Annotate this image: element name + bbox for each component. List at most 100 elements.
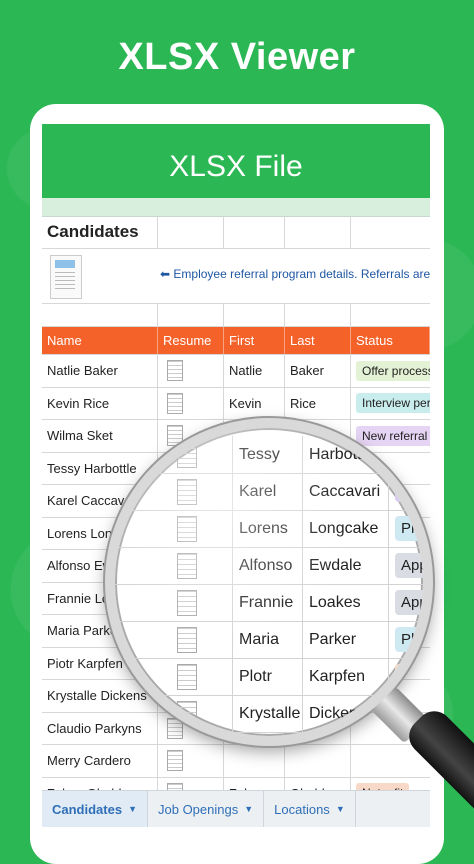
first-cell[interactable]: Natlie [224, 355, 285, 387]
sheet-toolbar-strip [42, 198, 430, 217]
sheet-tab-label: Candidates [52, 801, 123, 817]
last-cell[interactable]: Rice [285, 387, 351, 419]
magnified-last-cell: Karpfen [303, 658, 389, 695]
status-badge [395, 481, 423, 502]
empty-cell[interactable] [158, 304, 224, 326]
magnified-row: Karel Caccavari [115, 473, 423, 511]
resume-file-icon [177, 589, 197, 616]
first-cell[interactable] [224, 745, 285, 777]
magnified-status-cell: Appl [389, 584, 423, 621]
resume-cell[interactable] [158, 355, 224, 387]
sheet-title-row: Candidates [42, 216, 430, 249]
magnified-row: Alfonso Ewdale Appl [115, 547, 423, 585]
arrow-left-icon: ⬅ [160, 267, 171, 281]
document-thumbnail[interactable] [50, 255, 82, 299]
status-badge [395, 451, 407, 459]
status-cell[interactable]: Offer process [351, 355, 430, 387]
magnified-last-cell: Harbottl [303, 436, 389, 473]
last-cell[interactable]: Baker [285, 355, 351, 387]
referral-banner[interactable]: ⬅ Employee referral program details. Ref… [160, 267, 430, 281]
resume-file-icon [177, 700, 197, 727]
magnified-first-cell: Krystalle [233, 695, 303, 732]
magnified-resume-cell [115, 547, 233, 584]
resume-cell[interactable] [158, 387, 224, 419]
resume-file-icon [177, 626, 197, 653]
status-badge [356, 758, 368, 764]
magnified-last-cell: Loakes [303, 584, 389, 621]
magnified-first-cell: Frannie [233, 584, 303, 621]
table-row[interactable]: Merry Cardero [42, 745, 430, 778]
magnified-last-cell: Longcake [303, 510, 389, 547]
spacer-row [42, 304, 430, 327]
magnified-status-cell: Appl [389, 547, 423, 584]
magnified-resume-cell [115, 658, 233, 695]
resume-file-icon [177, 663, 197, 690]
empty-cell[interactable] [224, 216, 285, 248]
empty-cell[interactable] [351, 216, 430, 248]
empty-cell[interactable] [351, 304, 430, 326]
table-row[interactable]: Kevin Rice Kevin Rice Interview per [42, 387, 430, 420]
empty-cell[interactable] [285, 216, 351, 248]
last-cell[interactable] [285, 745, 351, 777]
header-row: Name Resume First Last Status [42, 327, 430, 355]
caret-down-icon[interactable]: ▼ [128, 804, 137, 814]
sheet-tab[interactable]: Locations ▼ [264, 791, 356, 827]
magnified-row: Tessy Harbottl [115, 436, 423, 474]
sheet-tab-label: Job Openings [158, 801, 239, 817]
magnified-first-cell: Tessy [233, 436, 303, 473]
promo-title: XLSX Viewer [118, 36, 356, 78]
resume-cell[interactable] [158, 745, 224, 777]
name-cell[interactable]: Merry Cardero [42, 745, 158, 777]
empty-cell[interactable] [285, 304, 351, 326]
magnified-resume-cell [115, 436, 233, 473]
sheet-tab-bar: Candidates ▼ Job Openings ▼ Locations ▼ [42, 790, 430, 827]
first-cell[interactable]: Kevin [224, 387, 285, 419]
magnified-row: Maria Parker Pho [115, 621, 423, 659]
sheet-title[interactable]: Candidates [42, 216, 158, 248]
status-badge: Appl [395, 590, 423, 615]
table-row[interactable]: Natlie Baker Natlie Baker Offer process [42, 355, 430, 388]
status-badge: N [395, 664, 418, 689]
resume-file-icon [177, 478, 197, 505]
sheet-tab-label: Locations [274, 801, 330, 817]
magnified-row: Lorens Longcake Pho [115, 510, 423, 548]
empty-cell[interactable] [158, 216, 224, 248]
status-badge: Interview per [356, 393, 430, 414]
banner-text: Employee referral program details. Refer… [173, 267, 430, 281]
resume-file-icon[interactable] [167, 360, 183, 382]
resume-file-icon[interactable] [167, 392, 183, 414]
status-badge: Appl [395, 553, 423, 578]
name-cell[interactable]: Kevin Rice [42, 387, 158, 419]
empty-cell[interactable] [42, 304, 158, 326]
banner-row: ⬅ Employee referral program details. Ref… [42, 249, 430, 304]
column-header-status[interactable]: Status [351, 327, 430, 354]
resume-file-icon[interactable] [167, 750, 183, 772]
magnified-first-cell: Alfonso [233, 547, 303, 584]
magnified-last-cell: Ewdale [303, 547, 389, 584]
column-header-first[interactable]: First [224, 327, 285, 354]
status-badge: Offer process [356, 360, 430, 381]
column-header-last[interactable]: Last [285, 327, 351, 354]
status-cell[interactable]: Interview per [351, 388, 430, 420]
magnified-resume-cell [115, 584, 233, 621]
magnified-first-cell: Lorens [233, 510, 303, 547]
empty-cell[interactable] [224, 304, 285, 326]
caret-down-icon[interactable]: ▼ [336, 804, 345, 814]
magnified-resume-cell [115, 510, 233, 547]
magnified-row: Plotr Karpfen N [115, 658, 423, 696]
name-cell[interactable]: Natlie Baker [42, 355, 158, 387]
column-header-name[interactable]: Name [42, 327, 158, 354]
magnified-first-cell: Plotr [233, 658, 303, 695]
magnified-first-cell: Karel [233, 473, 303, 510]
app-header: XLSX File [42, 124, 430, 198]
resume-file-icon [177, 552, 197, 579]
magnified-resume-cell [115, 621, 233, 658]
sheet-tab[interactable]: Candidates ▼ [42, 791, 148, 827]
column-header-resume[interactable]: Resume [158, 327, 224, 354]
magnified-last-cell: Caccavari [303, 473, 389, 510]
magnified-row: Frannie Loakes Appl [115, 584, 423, 622]
magnified-resume-cell [115, 473, 233, 510]
caret-down-icon[interactable]: ▼ [244, 804, 253, 814]
magnified-last-cell: Parker [303, 621, 389, 658]
sheet-tab[interactable]: Job Openings ▼ [148, 791, 265, 827]
